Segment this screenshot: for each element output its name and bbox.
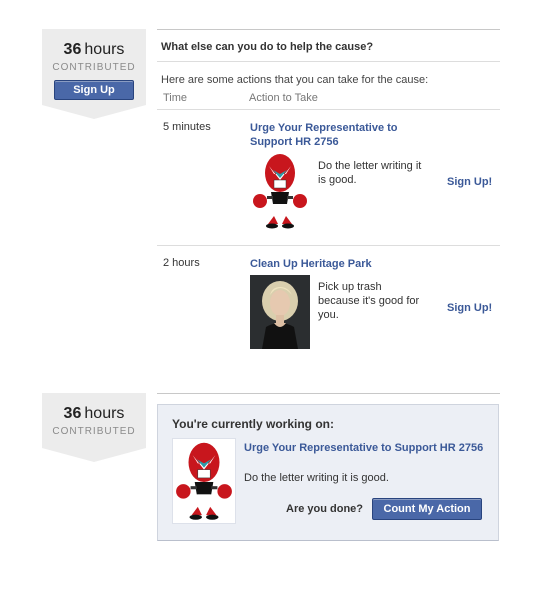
action-time: 2 hours	[163, 257, 200, 269]
working-action-description: Do the letter writing it is good.	[244, 472, 389, 484]
count-my-action-button[interactable]: Count My Action	[372, 498, 482, 520]
action-description: Pick up trash because it's good for you.	[318, 281, 420, 321]
sign-up-button[interactable]: Sign Up	[54, 80, 134, 100]
current-action-box: You're currently working on: Urge Your R…	[157, 404, 499, 541]
woman-portrait-image	[250, 275, 310, 349]
robot-icon	[172, 438, 236, 524]
panel-intro: Here are some actions that you can take …	[161, 74, 429, 86]
hours-contributed-badge: 36 hours CONTRIBUTED Sign Up	[42, 29, 146, 119]
actions-panel: What else can you do to help the cause? …	[157, 29, 500, 362]
table-row: 2 hours Clean Up Heritage Park Pick up t…	[157, 246, 500, 362]
table-row: 5 minutes Urge Your Representative to Su…	[157, 110, 500, 246]
hours-unit: hours	[84, 41, 125, 58]
working-action-link[interactable]: Urge Your Representative to Support HR 2…	[244, 441, 484, 455]
hours-unit: hours	[84, 405, 125, 422]
hours-number: 36	[63, 41, 82, 58]
contributed-label: CONTRIBUTED	[52, 62, 136, 73]
action-title-link[interactable]: Clean Up Heritage Park	[250, 257, 430, 271]
column-header-time: Time	[163, 92, 188, 104]
robot-icon	[250, 154, 310, 230]
contributed-label: CONTRIBUTED	[52, 426, 136, 437]
working-on-title: You're currently working on:	[172, 417, 334, 431]
ribbon-tail	[42, 105, 146, 119]
action-description: Do the letter writing it is good.	[318, 160, 422, 186]
action-title-link[interactable]: Urge Your Representative to Support HR 2…	[250, 121, 430, 149]
hours-contributed-badge: 36 hours CONTRIBUTED	[42, 393, 146, 462]
action-sign-up-link[interactable]: Sign Up!	[447, 302, 492, 314]
action-time: 5 minutes	[163, 121, 211, 133]
section-divider	[157, 393, 500, 394]
action-sign-up-link[interactable]: Sign Up!	[447, 176, 492, 188]
ribbon-tail	[42, 448, 146, 462]
actions-table-header: Time Action to Take	[157, 92, 500, 110]
hours-number: 36	[63, 405, 82, 422]
panel-question: What else can you do to help the cause?	[157, 30, 500, 62]
are-you-done-label: Are you done?	[286, 503, 364, 515]
column-header-action: Action to Take	[249, 92, 318, 104]
